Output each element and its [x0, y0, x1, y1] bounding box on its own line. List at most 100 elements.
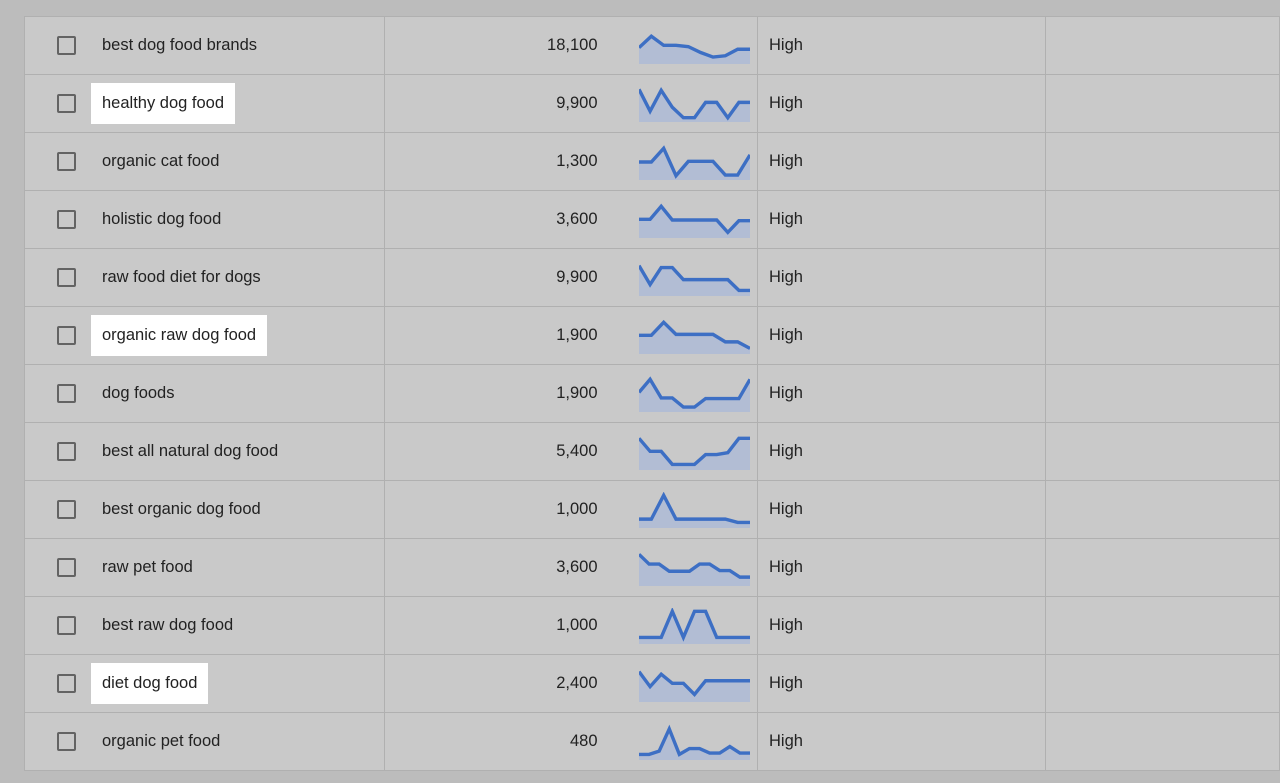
- competition-value: High: [769, 558, 803, 576]
- table-row[interactable]: best organic dog food 1,000 High: [24, 480, 1280, 539]
- search-volume-value: 1,900: [556, 326, 598, 344]
- row-checkbox[interactable]: [57, 326, 76, 345]
- row-checkbox[interactable]: [57, 36, 76, 55]
- search-volume-value: 3,600: [556, 210, 598, 228]
- empty-cell: [1045, 422, 1280, 481]
- keyword-label-wrap[interactable]: best organic dog food: [102, 501, 261, 518]
- table-row[interactable]: organic pet food 480 High: [24, 712, 1280, 771]
- table-row[interactable]: healthy dog food 9,900 High: [24, 74, 1280, 133]
- row-checkbox[interactable]: [57, 152, 76, 171]
- search-volume-cell: 3,600: [384, 538, 633, 597]
- table-row[interactable]: organic cat food 1,300 High: [24, 132, 1280, 191]
- search-volume-value: 3,600: [556, 558, 598, 576]
- row-checkbox[interactable]: [57, 558, 76, 577]
- table-row[interactable]: dog foods 1,900 High: [24, 364, 1280, 423]
- row-checkbox[interactable]: [57, 94, 76, 113]
- row-checkbox[interactable]: [57, 674, 76, 693]
- keyword-label-wrap[interactable]: best raw dog food: [102, 617, 233, 634]
- search-volume-cell: 1,300: [384, 132, 633, 191]
- table-row[interactable]: diet dog food 2,400 High: [24, 654, 1280, 713]
- keyword-label-wrap[interactable]: dog foods: [102, 385, 174, 402]
- search-volume-cell: 5,400: [384, 422, 633, 481]
- search-volume-value: 1,000: [556, 500, 598, 518]
- row-checkbox[interactable]: [57, 210, 76, 229]
- table-row[interactable]: raw pet food 3,600 High: [24, 538, 1280, 597]
- keyword-label: holistic dog food: [102, 210, 222, 229]
- search-volume-value: 1,000: [556, 616, 598, 634]
- search-volume-cell: 18,100: [384, 16, 633, 75]
- keyword-cell: best raw dog food: [24, 596, 385, 655]
- table-body: best dog food brands 18,100 High healthy do…: [24, 16, 1280, 771]
- table-row[interactable]: organic raw dog food 1,900 High: [24, 306, 1280, 365]
- table-row[interactable]: best dog food brands 18,100 High: [24, 16, 1280, 75]
- keyword-label-wrap[interactable]: best dog food brands: [102, 37, 257, 54]
- empty-cell: [1045, 16, 1280, 75]
- trend-sparkline-cell: [632, 480, 758, 539]
- keyword-label-highlighted[interactable]: organic raw dog food: [91, 315, 268, 356]
- keyword-cell: healthy dog food: [24, 74, 385, 133]
- keyword-label-highlighted[interactable]: diet dog food: [91, 663, 209, 704]
- search-volume-cell: 1,000: [384, 596, 633, 655]
- trend-sparkline-cell: [632, 74, 758, 133]
- row-checkbox[interactable]: [57, 268, 76, 287]
- search-volume-value: 1,900: [556, 384, 598, 402]
- keyword-cell: dog foods: [24, 364, 385, 423]
- row-checkbox[interactable]: [57, 500, 76, 519]
- competition-value: High: [769, 616, 803, 634]
- keyword-cell: organic raw dog food: [24, 306, 385, 365]
- competition-value: High: [769, 152, 803, 170]
- competition-value: High: [769, 94, 803, 112]
- trend-sparkline-chart: [633, 192, 758, 248]
- keyword-label-wrap[interactable]: best all natural dog food: [102, 443, 278, 460]
- search-volume-value: 9,900: [556, 268, 598, 286]
- keyword-label: healthy dog food: [102, 94, 225, 113]
- empty-cell: [1045, 654, 1280, 713]
- table-row[interactable]: best all natural dog food 5,400 High: [24, 422, 1280, 481]
- row-checkbox[interactable]: [57, 732, 76, 751]
- search-volume-cell: 1,900: [384, 364, 633, 423]
- search-volume-value: 18,100: [547, 36, 598, 54]
- page-root: best dog food brands 18,100 High healthy do…: [0, 0, 1280, 783]
- competition-cell: High: [757, 132, 1046, 191]
- keyword-cell: raw food diet for dogs: [24, 248, 385, 307]
- table-row[interactable]: raw food diet for dogs 9,900 High: [24, 248, 1280, 307]
- keyword-label-wrap[interactable]: organic cat food: [102, 153, 219, 170]
- keyword-cell: raw pet food: [24, 538, 385, 597]
- trend-sparkline-cell: [632, 132, 758, 191]
- empty-cell: [1045, 248, 1280, 307]
- row-checkbox[interactable]: [57, 384, 76, 403]
- search-volume-cell: 480: [384, 712, 633, 771]
- trend-sparkline-chart: [633, 76, 758, 132]
- competition-value: High: [769, 500, 803, 518]
- keyword-label: best raw dog food: [102, 616, 234, 635]
- keyword-label-wrap[interactable]: organic pet food: [102, 733, 220, 750]
- keyword-label-wrap[interactable]: holistic dog food: [102, 211, 221, 228]
- keyword-cell: organic pet food: [24, 712, 385, 771]
- keyword-label: best all natural dog food: [102, 442, 279, 461]
- trend-sparkline-chart: [633, 714, 758, 770]
- search-volume-value: 1,300: [556, 152, 598, 170]
- table-row[interactable]: holistic dog food 3,600 High: [24, 190, 1280, 249]
- trend-sparkline-chart: [633, 366, 758, 422]
- trend-sparkline-chart: [633, 424, 758, 480]
- trend-sparkline-chart: [633, 250, 758, 306]
- row-checkbox[interactable]: [57, 616, 76, 635]
- competition-cell: High: [757, 16, 1046, 75]
- keyword-table: best dog food brands 18,100 High healthy do…: [24, 16, 1280, 771]
- search-volume-cell: 2,400: [384, 654, 633, 713]
- competition-value: High: [769, 210, 803, 228]
- competition-cell: High: [757, 248, 1046, 307]
- competition-value: High: [769, 442, 803, 460]
- empty-cell: [1045, 364, 1280, 423]
- table-row[interactable]: best raw dog food 1,000 High: [24, 596, 1280, 655]
- keyword-label: organic raw dog food: [102, 326, 257, 345]
- empty-cell: [1045, 74, 1280, 133]
- competition-cell: High: [757, 654, 1046, 713]
- row-checkbox[interactable]: [57, 442, 76, 461]
- trend-sparkline-chart: [633, 482, 758, 538]
- keyword-label-wrap[interactable]: raw food diet for dogs: [102, 269, 261, 286]
- keyword-label: raw food diet for dogs: [102, 268, 261, 287]
- keyword-label-highlighted[interactable]: healthy dog food: [91, 83, 236, 124]
- keyword-label-wrap[interactable]: raw pet food: [102, 559, 193, 576]
- trend-sparkline-cell: [632, 364, 758, 423]
